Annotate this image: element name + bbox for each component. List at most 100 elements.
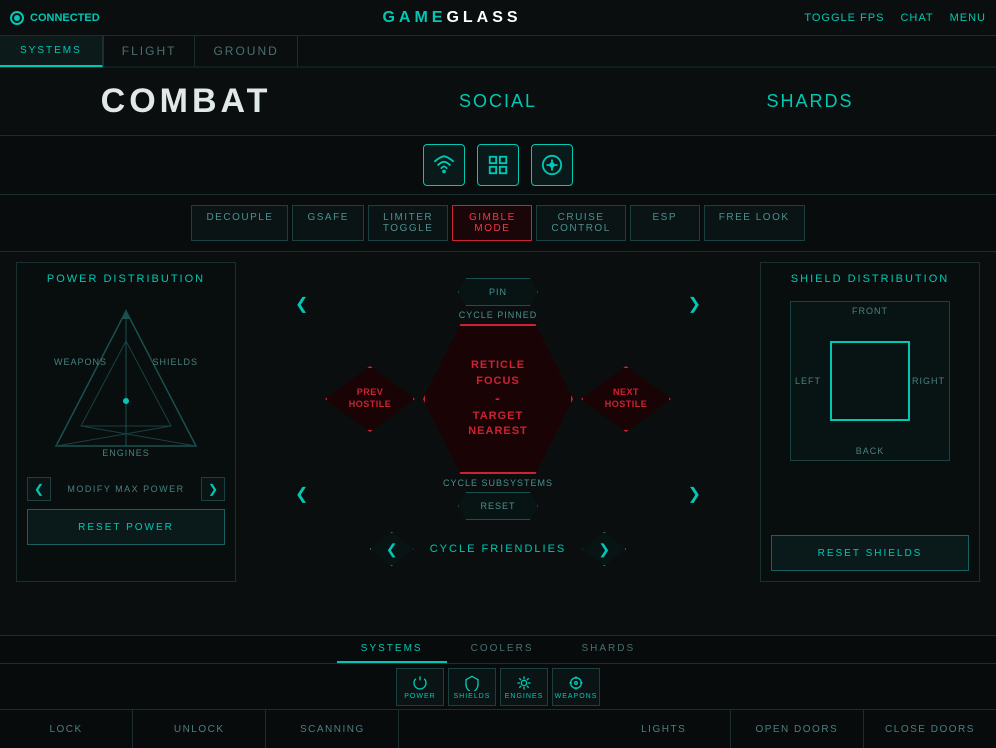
nav-social[interactable]: SOCIAL (459, 91, 537, 112)
shield-grid: FRONT BACK LEFT RIGHT (790, 301, 950, 461)
cycle-friendlies-left-btn[interactable]: ❮ (370, 532, 414, 566)
bottom-icons-row: POWER SHIELDS ENGINES WEAPONS (0, 664, 996, 710)
engines-icon-label: ENGINES (505, 693, 544, 700)
grid-icon-btn[interactable] (477, 144, 519, 186)
power-increase-btn[interactable]: ❯ (201, 477, 225, 501)
main-nav: FLIGHT GROUND (103, 36, 996, 68)
social-nav: SOCIAL (342, 91, 654, 112)
nav-flight[interactable]: FLIGHT (103, 36, 196, 66)
shields-icon-btn[interactable]: SHIELDS (448, 668, 496, 706)
target-panel: PIN CYCLE PINNED ❮ ❯ PREVHOSTILE RETICLE… (246, 262, 750, 582)
nav-ground[interactable]: GROUND (195, 36, 297, 66)
systems-tab[interactable]: SYSTEMS (0, 36, 103, 67)
target-row: ❮ ❯ PREVHOSTILE RETICLEFOCUS-TARGETNEARE… (325, 324, 671, 474)
bottom-actions: LOCK UNLOCK SCANNING LIGHTS OPEN DOORS C… (0, 710, 996, 748)
lights-btn[interactable]: LIGHTS (598, 710, 731, 748)
weapons-label: WEAPONS (54, 357, 107, 367)
lock-btn[interactable]: LOCK (0, 710, 133, 748)
power-panel: POWER DISTRIBUTION WEAPONS SHIELDS ENGIN… (16, 262, 236, 582)
shield-back-label: BACK (856, 446, 885, 456)
shield-right-label: RIGHT (912, 376, 945, 386)
cycle-subsystems-section: CYCLE SUBSYSTEMS RESET (443, 478, 553, 520)
reset-power-btn[interactable]: RESET POWER (27, 509, 225, 545)
power-panel-title: POWER DISTRIBUTION (47, 273, 205, 285)
toggle-gimble[interactable]: GIMBLEMODE (452, 205, 532, 241)
unlock-btn[interactable]: UNLOCK (133, 710, 266, 748)
scanning-btn[interactable]: SCANNING (266, 710, 399, 748)
cycle-right-bot-btn[interactable]: ❯ (688, 484, 701, 504)
engines-icon-btn[interactable]: ENGINES (500, 668, 548, 706)
tab-coolers[interactable]: COOLERS (447, 636, 558, 663)
top-bar: CONNECTED GAMEGLASS TOGGLE FPS CHAT MENU (0, 0, 996, 36)
cycle-subsystems-label: CYCLE SUBSYSTEMS (443, 478, 553, 488)
top-actions: TOGGLE FPS CHAT MENU (804, 12, 986, 24)
shield-panel-title: SHIELD DISTRIBUTION (791, 273, 949, 285)
reset-label: RESET (480, 501, 515, 511)
shield-inner (830, 341, 910, 421)
combat-nav-center: COMBAT (30, 82, 342, 121)
toggle-fps-button[interactable]: TOGGLE FPS (804, 12, 884, 24)
power-triangle: WEAPONS SHIELDS ENGINES (46, 301, 206, 461)
prev-hostile-btn[interactable]: PREVHOSTILE (325, 366, 415, 432)
shield-front-label: FRONT (852, 306, 888, 316)
shards-nav: SHARDS (654, 91, 966, 112)
shields-icon-label: SHIELDS (454, 693, 491, 700)
tab-shards[interactable]: SHARDS (558, 636, 660, 663)
cycle-left-icon: ❮ (386, 541, 398, 558)
toggle-decouple[interactable]: DECOUPLE (191, 205, 288, 241)
bottom-left-space (0, 668, 392, 705)
combat-nav-row: COMBAT SOCIAL SHARDS (0, 68, 996, 136)
bottom-right-space (604, 668, 996, 705)
nav-sub-items: FLIGHT GROUND (103, 36, 298, 66)
chat-button[interactable]: CHAT (900, 12, 933, 24)
reticle-focus-btn[interactable]: RETICLEFOCUS-TARGETNEAREST (423, 324, 573, 474)
shields-label: SHIELDS (152, 357, 198, 367)
reset-shields-btn[interactable]: RESET SHIELDS (771, 535, 969, 571)
toggle-gsafe[interactable]: GSAFE (292, 205, 363, 241)
cycle-friendlies-right-btn[interactable]: ❯ (582, 532, 626, 566)
menu-button[interactable]: MENU (950, 12, 986, 24)
pin-btn[interactable]: PIN (458, 278, 538, 306)
connected-label: CONNECTED (30, 12, 100, 24)
weapons-icon-btn[interactable]: WEAPONS (552, 668, 600, 706)
tab-systems[interactable]: SYSTEMS (337, 636, 447, 663)
next-hostile-text: NEXTHOSTILE (605, 387, 648, 410)
power-icon-btn[interactable]: POWER (396, 668, 444, 706)
main-content: POWER DISTRIBUTION WEAPONS SHIELDS ENGIN… (0, 252, 996, 592)
pin-section: PIN CYCLE PINNED (458, 278, 538, 320)
reticle-focus-text: RETICLEFOCUS-TARGETNEAREST (468, 358, 528, 439)
cycle-left-top-btn[interactable]: ❮ (295, 294, 308, 314)
cycle-pinned-label: CYCLE PINNED (459, 310, 538, 320)
toggle-limiter[interactable]: LIMITERTOGGLE (368, 205, 449, 241)
brand-game: GAME (382, 9, 446, 26)
cycle-friendlies-label: CYCLE FRIENDLIES (430, 543, 567, 555)
cycle-left-bot-btn[interactable]: ❮ (295, 484, 308, 504)
empty-slot-1 (399, 710, 597, 748)
power-controls: ❮ MODIFY MAX POWER ❯ (27, 477, 225, 501)
systems-bar: SYSTEMS FLIGHT GROUND (0, 36, 996, 68)
close-doors-btn[interactable]: CLOSE DOORS (864, 710, 996, 748)
shield-panel: SHIELD DISTRIBUTION FRONT BACK LEFT RIGH… (760, 262, 980, 582)
pin-label: PIN (489, 287, 507, 297)
toggle-esp[interactable]: ESP (630, 205, 700, 241)
power-decrease-btn[interactable]: ❮ (27, 477, 51, 501)
open-doors-btn[interactable]: OPEN DOORS (731, 710, 864, 748)
brand-glass: GLASS (446, 9, 521, 26)
weapons-icon-label: WEAPONS (555, 693, 598, 700)
reset-btn[interactable]: RESET (458, 492, 538, 520)
wifi-icon-btn[interactable] (423, 144, 465, 186)
prev-hostile-text: PREVHOSTILE (349, 387, 392, 410)
toggle-cruise[interactable]: CRUISECONTROL (536, 205, 625, 241)
bottom-section: SYSTEMS COOLERS SHARDS POWER SHIELDS ENG… (0, 635, 996, 747)
next-hostile-btn[interactable]: NEXTHOSTILE (581, 366, 671, 432)
target-icon-btn[interactable] (531, 144, 573, 186)
nav-shards[interactable]: SHARDS (766, 91, 853, 112)
cycle-right-icon: ❯ (598, 541, 610, 558)
cycle-right-top-btn[interactable]: ❯ (688, 294, 701, 314)
engines-label: ENGINES (102, 448, 150, 458)
nav-combat[interactable]: COMBAT (101, 82, 272, 121)
toggle-freelook[interactable]: FREE LOOK (704, 205, 805, 241)
connection-status: CONNECTED (10, 11, 100, 25)
bottom-tabs: SYSTEMS COOLERS SHARDS (0, 636, 996, 664)
power-icon-label: POWER (404, 693, 435, 700)
